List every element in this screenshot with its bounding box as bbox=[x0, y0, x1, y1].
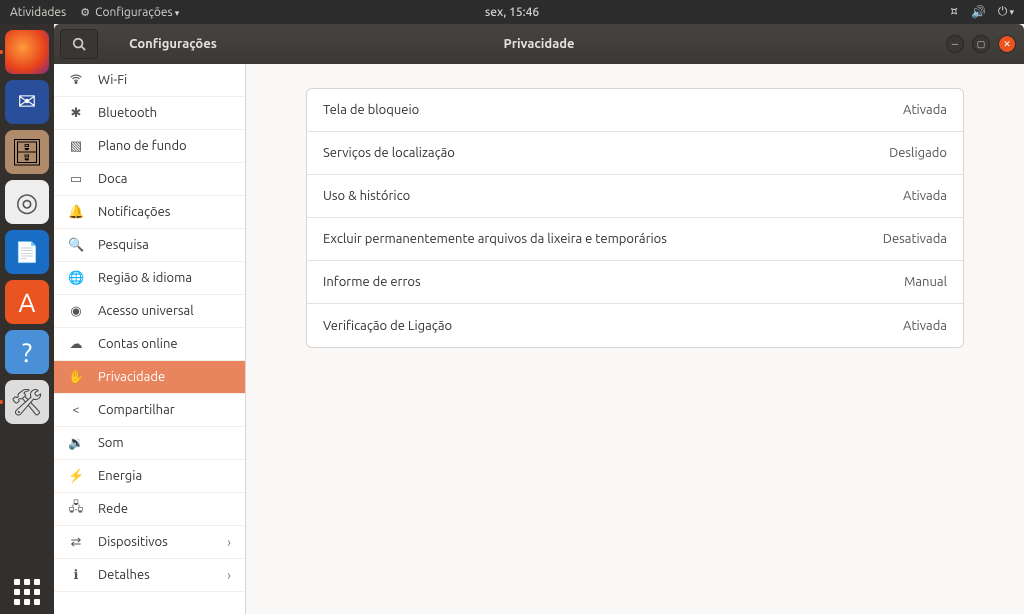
power-icon[interactable]: ⏻ bbox=[998, 5, 1014, 19]
globe-icon: 🌐 bbox=[68, 271, 84, 286]
setting-value: Ativada bbox=[903, 103, 947, 117]
setting-value: Desligado bbox=[889, 146, 947, 160]
dock-item-tweaks[interactable]: 🛠 bbox=[5, 380, 49, 424]
maximize-button[interactable]: ▢ bbox=[972, 35, 990, 53]
close-button[interactable]: ✕ bbox=[998, 35, 1016, 53]
chevron-right-icon: › bbox=[227, 534, 231, 550]
settings-window: Configurações Privacidade ─ ▢ ✕ Wi-Fi ✱ Bl… bbox=[54, 24, 1024, 614]
setting-row[interactable]: Serviços de localização Desligado bbox=[307, 132, 963, 175]
sidebar-item-label: Notificações bbox=[98, 205, 170, 219]
setting-label: Tela de bloqueio bbox=[323, 103, 419, 117]
dock-item-firefox[interactable] bbox=[5, 30, 49, 74]
sidebar-item-power[interactable]: ⚡ Energia bbox=[54, 460, 245, 493]
sidebar-item-bell[interactable]: 🔔 Notificações bbox=[54, 196, 245, 229]
chevron-right-icon: › bbox=[227, 567, 231, 583]
app-title: Configurações bbox=[98, 37, 248, 51]
sidebar-item-hand[interactable]: ✋ Privacidade bbox=[54, 361, 245, 394]
setting-label: Verificação de Ligação bbox=[323, 319, 452, 333]
accounts-icon: ☁ bbox=[68, 337, 84, 352]
dock-item-writer[interactable]: 📄 bbox=[5, 230, 49, 274]
sidebar-item-accessibility[interactable]: ◉ Acesso universal bbox=[54, 295, 245, 328]
dock-item-help[interactable]: ? bbox=[5, 330, 49, 374]
setting-row[interactable]: Informe de erros Manual bbox=[307, 261, 963, 304]
search-button[interactable] bbox=[60, 29, 98, 59]
app-menu-button[interactable]: Configurações bbox=[80, 6, 179, 19]
sidebar-item-accounts[interactable]: ☁ Contas online bbox=[54, 328, 245, 361]
sidebar-item-dock[interactable]: ▭ Doca bbox=[54, 163, 245, 196]
top-panel: Atividades Configurações sex, 15:46 ⯏ 🔊 … bbox=[0, 0, 1024, 24]
background-icon: ▧ bbox=[68, 139, 84, 154]
share-icon: < bbox=[68, 403, 84, 417]
gear-icon bbox=[80, 6, 90, 19]
sidebar-item-label: Compartilhar bbox=[98, 403, 175, 417]
network-icon: 🖧 bbox=[68, 498, 84, 520]
sidebar-item-label: Detalhes bbox=[98, 568, 150, 582]
page-title: Privacidade bbox=[503, 37, 574, 51]
sidebar-item-label: Plano de fundo bbox=[98, 139, 187, 153]
sidebar-item-network[interactable]: 🖧 Rede bbox=[54, 493, 245, 526]
sidebar: Wi-Fi ✱ Bluetooth ▧ Plano de fundo ▭ Doca 🔔 Noti… bbox=[54, 64, 246, 614]
bell-icon: 🔔 bbox=[68, 205, 84, 220]
minimize-button[interactable]: ─ bbox=[946, 35, 964, 53]
setting-value: Desativada bbox=[883, 232, 947, 246]
sidebar-item-label: Acesso universal bbox=[98, 304, 194, 318]
privacy-settings-list: Tela de bloqueio Ativada Serviços de local… bbox=[306, 88, 964, 348]
dock-item-software[interactable]: A bbox=[5, 280, 49, 324]
sidebar-item-label: Dispositivos bbox=[98, 535, 168, 549]
main-panel: Tela de bloqueio Ativada Serviços de local… bbox=[246, 64, 1024, 614]
setting-value: Ativada bbox=[903, 189, 947, 203]
sidebar-item-globe[interactable]: 🌐 Região & idioma bbox=[54, 262, 245, 295]
sidebar-item-devices[interactable]: ⇄ Dispositivos › bbox=[54, 526, 245, 559]
setting-value: Ativada bbox=[903, 319, 947, 333]
sidebar-item-label: Região & idioma bbox=[98, 271, 192, 285]
sidebar-item-label: Bluetooth bbox=[98, 106, 157, 120]
sidebar-item-label: Doca bbox=[98, 172, 127, 186]
sidebar-item-share[interactable]: < Compartilhar bbox=[54, 394, 245, 427]
info-icon: ℹ bbox=[68, 568, 84, 583]
sidebar-item-wifi[interactable]: Wi-Fi bbox=[54, 64, 245, 97]
dock-item-thunderbird[interactable]: ✉ bbox=[5, 80, 49, 124]
sidebar-item-label: Pesquisa bbox=[98, 238, 149, 252]
sidebar-item-background[interactable]: ▧ Plano de fundo bbox=[54, 130, 245, 163]
sidebar-item-label: Wi-Fi bbox=[98, 73, 127, 87]
setting-row[interactable]: Tela de bloqueio Ativada bbox=[307, 89, 963, 132]
sound-icon: 🔉 bbox=[68, 436, 84, 451]
sidebar-item-bluetooth[interactable]: ✱ Bluetooth bbox=[54, 97, 245, 130]
sidebar-item-info[interactable]: ℹ Detalhes › bbox=[54, 559, 245, 592]
setting-label: Serviços de localização bbox=[323, 146, 455, 160]
show-applications-button[interactable] bbox=[5, 570, 49, 614]
clock-label[interactable]: sex, 15:46 bbox=[485, 6, 539, 19]
devices-icon: ⇄ bbox=[68, 535, 84, 550]
app-menu-label: Configurações bbox=[95, 6, 179, 19]
sidebar-item-sound[interactable]: 🔉 Som bbox=[54, 427, 245, 460]
setting-label: Uso & histórico bbox=[323, 189, 410, 203]
dock-item-rhythmbox[interactable]: ◎ bbox=[5, 180, 49, 224]
setting-label: Excluir permanentemente arquivos da lixe… bbox=[323, 232, 667, 246]
setting-row[interactable]: Uso & histórico Ativada bbox=[307, 175, 963, 218]
sidebar-item-label: Privacidade bbox=[98, 370, 165, 384]
sidebar-item-label: Contas online bbox=[98, 337, 178, 351]
bluetooth-icon: ✱ bbox=[68, 106, 84, 121]
titlebar: Configurações Privacidade ─ ▢ ✕ bbox=[54, 24, 1024, 64]
volume-icon[interactable]: 🔊 bbox=[971, 5, 986, 19]
accessibility-icon: ◉ bbox=[68, 304, 84, 319]
search-icon bbox=[72, 37, 86, 51]
setting-value: Manual bbox=[904, 275, 947, 289]
sidebar-item-search[interactable]: 🔍 Pesquisa bbox=[54, 229, 245, 262]
dock: ✉ 🗄 ◎ 📄 A ? 🛠 bbox=[0, 24, 54, 614]
dock-item-files[interactable]: 🗄 bbox=[5, 130, 49, 174]
dock-icon: ▭ bbox=[68, 172, 84, 187]
power-icon: ⚡ bbox=[68, 469, 84, 484]
hand-icon: ✋ bbox=[68, 370, 84, 385]
activities-button[interactable]: Atividades bbox=[10, 6, 66, 19]
sidebar-item-label: Energia bbox=[98, 469, 142, 483]
setting-row[interactable]: Verificação de Ligação Ativada bbox=[307, 304, 963, 347]
sidebar-item-label: Som bbox=[98, 436, 124, 450]
wifi-icon bbox=[68, 72, 84, 89]
network-status-icon[interactable]: ⯏ bbox=[950, 5, 959, 19]
sidebar-item-label: Rede bbox=[98, 502, 128, 516]
setting-label: Informe de erros bbox=[323, 275, 421, 289]
search-icon: 🔍 bbox=[68, 238, 84, 253]
setting-row[interactable]: Excluir permanentemente arquivos da lixe… bbox=[307, 218, 963, 261]
